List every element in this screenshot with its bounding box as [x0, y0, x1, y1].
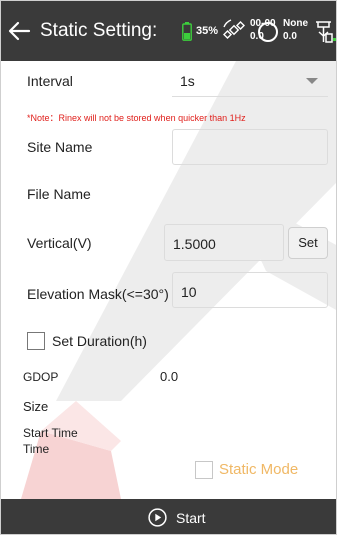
solution-value: 0.0	[283, 31, 297, 42]
set-duration-checkbox[interactable]	[27, 332, 45, 350]
interval-value: 1s	[180, 73, 195, 89]
play-circle-icon	[148, 508, 167, 527]
satellite-icon	[223, 19, 245, 40]
solution-status: None	[283, 18, 308, 29]
rinex-note: *Note：Rinex will not be stored when quic…	[27, 113, 246, 123]
elevation-mask-input[interactable]: 10	[172, 272, 328, 308]
battery-icon	[182, 22, 192, 41]
gdop-label: GDOP	[23, 370, 59, 384]
static-mode-checkbox[interactable]	[195, 461, 213, 479]
page-title: Static Setting:	[40, 20, 158, 41]
chevron-down-icon	[306, 78, 318, 84]
start-time-label: Start Time	[23, 426, 78, 440]
elevation-mask-value: 10	[181, 284, 197, 300]
header-bar: Static Setting: 35% 00-00 0.0 None 0.0	[1, 1, 337, 61]
start-label: Start	[176, 510, 206, 526]
set-duration-label: Set Duration(h)	[52, 333, 147, 349]
circle-status-icon	[258, 22, 278, 42]
file-name-label: File Name	[27, 186, 91, 202]
vertical-label: Vertical(V)	[27, 235, 92, 251]
site-name-label: Site Name	[27, 139, 93, 155]
elevation-mask-label: Elevation Mask(<=30°)	[27, 286, 169, 302]
gdop-value: 0.0	[160, 369, 179, 384]
vertical-value: 1.5000	[173, 236, 216, 252]
size-label: Size	[23, 399, 49, 414]
set-button[interactable]: Set	[288, 227, 328, 259]
site-name-input[interactable]	[172, 129, 328, 165]
start-button[interactable]: Start	[1, 499, 336, 534]
static-mode-label: Static Mode	[219, 461, 299, 478]
back-arrow-icon[interactable]	[7, 21, 31, 41]
battery-percent: 35%	[196, 25, 219, 37]
time-label: Time	[23, 442, 50, 456]
interval-label: Interval	[27, 73, 73, 89]
static-setting-screen: Static Setting: 35% 00-00 0.0 None 0.0 I…	[0, 0, 337, 535]
rover-receiver-icon[interactable]	[313, 18, 337, 44]
vertical-input[interactable]: 1.5000	[164, 224, 284, 261]
interval-select[interactable]: 1s	[172, 63, 328, 97]
